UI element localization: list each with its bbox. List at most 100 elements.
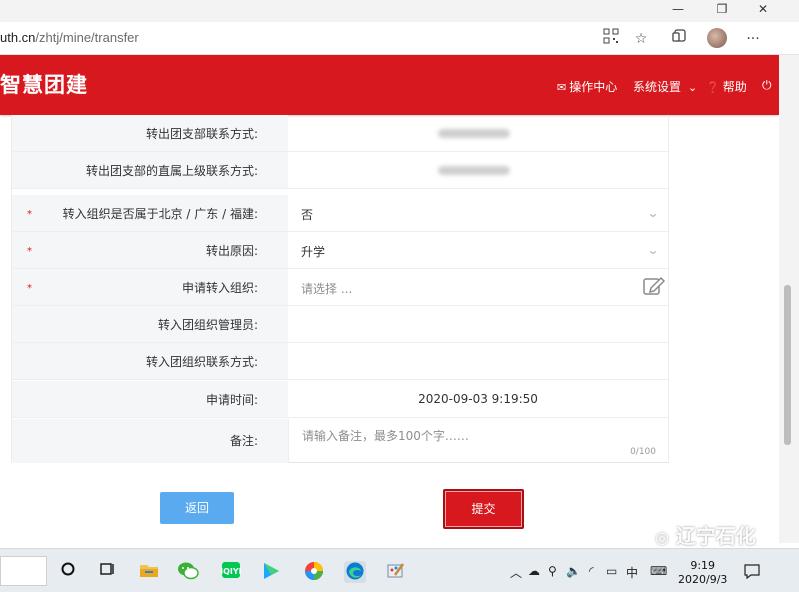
target-org-picker[interactable]: 请选择 ... [288,269,668,305]
row-label-cell: 转入团组织联系方式: [12,343,288,379]
region-select[interactable]: 否 ⌄ [288,195,668,231]
star-icon[interactable]: ☆ [630,28,652,50]
select-value: 升学 [301,245,326,259]
textarea-placeholder: 请输入备注，最多100个字…… [302,429,469,443]
restore-button[interactable]: ❐ [704,0,740,18]
nav-label: 操作中心 [569,80,618,94]
photos-icon[interactable] [303,561,325,583]
back-button[interactable]: 返回 [160,492,234,524]
brand-title[interactable]: 智慧团建 [0,69,88,99]
select-value: 否 [301,208,314,222]
form-row: * 转入组织是否属于北京 / 广东 / 福建: 否 ⌄ [12,195,668,232]
apply-time-value: 2020-09-03 9:19:50 [288,381,668,417]
chevron-down-icon: ⌄ [646,206,660,220]
row-label-cell: 备注: [12,419,288,463]
field-label: 备注: [229,434,258,448]
power-icon[interactable]: ⏻ [762,78,772,93]
person-icon[interactable]: ⚲ [548,564,557,578]
minimize-button[interactable]: — [660,0,696,18]
form-row: 申请时间: 2020-09-03 9:19:50 [12,381,668,418]
row-label-cell: 转入团组织管理员: [12,306,288,342]
cortana-icon[interactable] [57,561,79,583]
field-label: 转出原因: [205,244,258,258]
submit-button[interactable]: 提交 [443,489,524,529]
form-row: * 转出原因: 升学 ⌄ [12,232,668,269]
field-label: 转入团组织管理员: [157,318,258,332]
url-field[interactable]: uth.cn/zhtj/mine/transfer [0,30,139,45]
nav-operation-center[interactable]: ✉ 操作中心 [557,78,617,95]
avatar[interactable] [707,28,727,48]
battery-icon[interactable]: ▭ [606,564,617,578]
taskbar-search[interactable] [0,556,47,586]
volume-icon[interactable]: 🔈 [566,564,581,578]
form-row: * 申请转入组织: 请选择 ... [12,269,668,306]
scroll-thumb[interactable] [784,285,791,445]
nav-label: 帮助 [722,80,747,94]
row-label-cell: 转出团支部的直属上级联系方式: [12,152,288,188]
mail-icon: ✉ [557,81,567,94]
remarks-textarea[interactable]: 请输入备注，最多100个字…… 0/100 [288,419,668,463]
redacted-value [438,129,510,138]
form-row: 转入团组织管理员: [12,306,668,343]
clock-date: 2020/9/3 [678,573,728,586]
field-label: 转出团支部联系方式: [145,127,258,141]
close-button[interactable]: ✕ [745,0,781,18]
media-player-icon[interactable] [260,561,282,583]
cloud-icon[interactable]: ☁ [528,564,540,578]
row-label-cell: 转出团支部联系方式: [12,115,288,151]
svg-text:iQIYI: iQIYI [221,567,241,576]
help-icon: ❓ [706,81,720,94]
address-bar: uth.cn/zhtj/mine/transfer ☆ ··· [0,22,799,55]
watermark-text: 辽宁石化 [675,524,756,548]
chevron-down-icon: ⌄ [687,81,698,94]
form-row: 转入团组织联系方式: [12,343,668,380]
ime-indicator[interactable]: 中 [626,564,638,581]
url-host: uth.cn [0,30,36,45]
char-counter: 0/100 [630,447,656,457]
paint-icon[interactable] [385,561,407,583]
more-icon[interactable]: ··· [742,28,764,50]
form-row: 备注: 请输入备注，最多100个字…… 0/100 [12,419,668,463]
row-label-cell: * 转出原因: [12,232,288,268]
clock-time: 9:19 [690,559,716,572]
redacted-value [438,166,510,175]
form-row: 转出团支部联系方式: [12,115,668,152]
qr-icon[interactable] [600,28,622,50]
reason-select[interactable]: 升学 ⌄ [288,232,668,268]
wechat-icon[interactable] [177,561,199,583]
required-mark: * [27,209,32,220]
field-label: 申请时间: [205,393,258,407]
task-view-icon[interactable] [96,561,118,583]
page-scrollbar[interactable] [779,55,799,543]
field-label: 转出团支部的直属上级联系方式: [85,164,258,178]
row-label-cell: * 申请转入组织: [12,269,288,305]
field-value: 2020-09-03 9:19:50 [418,392,538,406]
iqiyi-icon[interactable]: iQIYI [220,561,242,583]
file-explorer-icon[interactable] [138,561,160,583]
form-row: 转出团支部的直属上级联系方式: [12,152,668,189]
transfer-form: 转出团支部联系方式: 转出团支部的直属上级联系方式: * 转入组织是否属于北京 … [11,115,669,463]
url-path: /zhtj/mine/transfer [35,30,139,45]
app-header: 智慧团建 ✉ 操作中心 系统设置 ⌄ ❓ 帮助 ⏻ [0,55,779,115]
nav-system-settings[interactable]: 系统设置 ⌄ [633,78,700,95]
target-admin-value [288,306,668,342]
required-mark: * [27,246,32,257]
screen: — ❐ ✕ uth.cn/zhtj/mine/transfer ☆ ··· 智慧… [0,0,799,592]
edge-icon[interactable] [344,561,366,583]
notification-icon[interactable] [744,564,760,582]
nav-help[interactable]: ❓ 帮助 [706,78,747,95]
field-label: 申请转入组织: [181,281,258,295]
target-contact-value [288,343,668,379]
chevron-down-icon: ⌄ [646,243,660,257]
nav-label: 系统设置 [633,80,682,94]
keyboard-icon[interactable]: ⌨ [650,564,667,578]
field-label: 转入组织是否属于北京 / 广东 / 福建: [62,207,258,221]
row-value-cell [288,152,668,188]
wifi-icon[interactable]: ◜ [589,564,594,578]
collections-icon[interactable] [669,28,691,50]
edit-icon[interactable] [642,275,666,297]
clock[interactable]: 9:19 2020/9/3 [678,559,727,587]
picker-placeholder: 请选择 ... [301,282,353,296]
watermark: ◎ 辽宁石化 [655,520,795,560]
chevron-up-icon[interactable]: ︿ [510,564,522,581]
